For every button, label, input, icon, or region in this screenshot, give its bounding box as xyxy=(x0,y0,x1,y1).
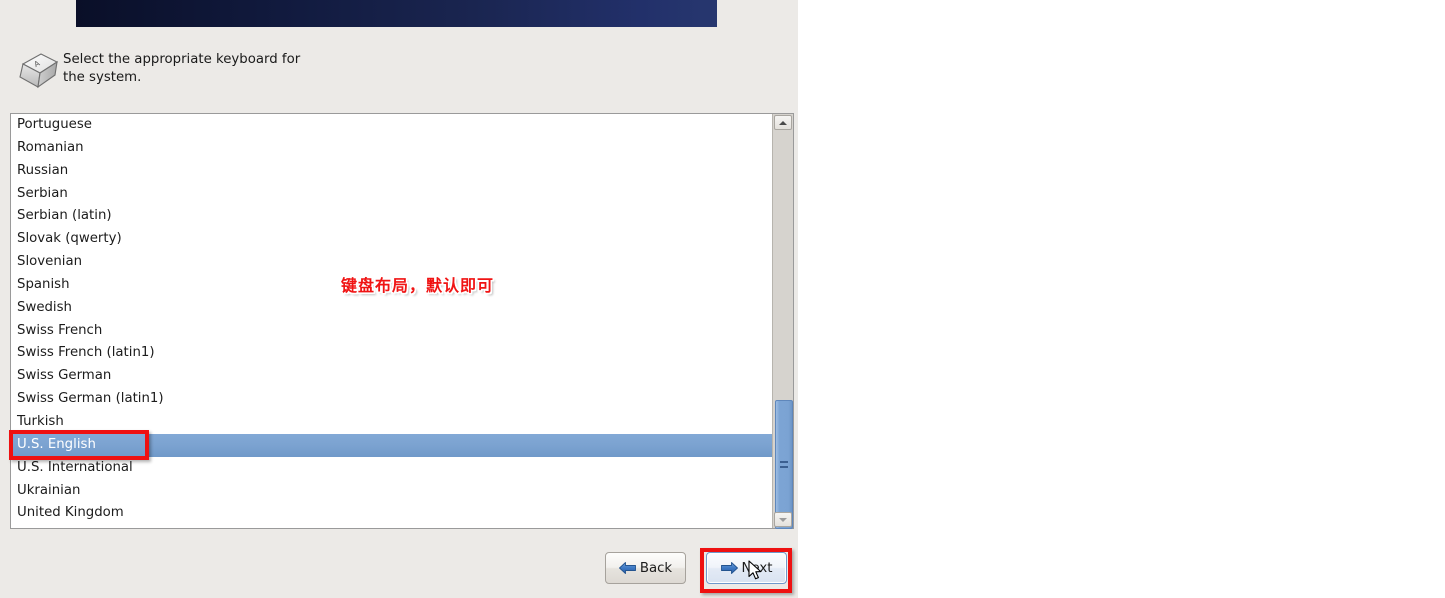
scrollbar-thumb[interactable] xyxy=(775,400,793,529)
keyboard-layout-item[interactable]: Swiss French xyxy=(11,320,772,343)
keyboard-layout-item[interactable]: Serbian xyxy=(11,183,772,206)
scrollbar-track[interactable] xyxy=(774,131,793,529)
next-button[interactable]: Next xyxy=(706,552,787,584)
chevron-down-icon xyxy=(779,517,787,522)
footer-buttons: Back Next xyxy=(0,552,794,586)
keyboard-layout-item[interactable]: U.S. English xyxy=(11,433,772,457)
back-button[interactable]: Back xyxy=(605,552,686,584)
arrow-right-icon xyxy=(720,561,738,575)
keyboard-layout-item[interactable]: Portuguese xyxy=(11,114,772,137)
keyboard-layout-item[interactable]: Swedish xyxy=(11,297,772,320)
keyboard-layout-item[interactable]: Swiss German (latin1) xyxy=(11,388,772,411)
scrollbar-grip-line xyxy=(780,466,788,468)
keyboard-layout-item[interactable]: Russian xyxy=(11,160,772,183)
next-button-label: Next xyxy=(741,560,773,576)
keyboard-layout-item[interactable]: Romanian xyxy=(11,137,772,160)
chevron-up-icon xyxy=(779,120,787,125)
instruction-row: A Select the appropriate keyboard for th… xyxy=(13,48,513,94)
keyboard-layout-item[interactable]: Swiss German xyxy=(11,365,772,388)
keyboard-layout-item[interactable]: Swiss French (latin1) xyxy=(11,342,772,365)
keyboard-layout-item[interactable]: Slovenian xyxy=(11,251,772,274)
keyboard-layout-item[interactable]: United Kingdom xyxy=(11,502,772,525)
keyboard-layout-item[interactable]: Spanish xyxy=(11,274,772,297)
keyboard-layout-item[interactable]: Slovak (qwerty) xyxy=(11,228,772,251)
keyboard-layout-listbox[interactable]: Portuguese Romanian Russian Serbian Serbian … xyxy=(10,113,794,529)
arrow-left-icon xyxy=(618,561,636,575)
scroll-up-button[interactable] xyxy=(774,115,792,130)
installer-banner xyxy=(76,0,717,27)
scroll-down-button[interactable] xyxy=(774,512,792,527)
scrollbar-grip-line xyxy=(780,461,788,463)
installer-window: A Select the appropriate keyboard for th… xyxy=(0,0,798,598)
instruction-text: Select the appropriate keyboard for the … xyxy=(63,52,301,85)
back-button-label: Back xyxy=(639,560,673,576)
list-scrollbar[interactable] xyxy=(772,114,793,529)
keyboard-layout-item[interactable]: Serbian (latin) xyxy=(11,205,772,228)
keyboard-layout-list[interactable]: Portuguese Romanian Russian Serbian Serbian … xyxy=(11,114,772,528)
keyboard-key-icon: A xyxy=(13,50,59,92)
keyboard-layout-item[interactable]: Ukrainian xyxy=(11,480,772,503)
keyboard-layout-item[interactable]: U.S. International xyxy=(11,457,772,480)
keyboard-layout-item[interactable]: Turkish xyxy=(11,411,772,434)
